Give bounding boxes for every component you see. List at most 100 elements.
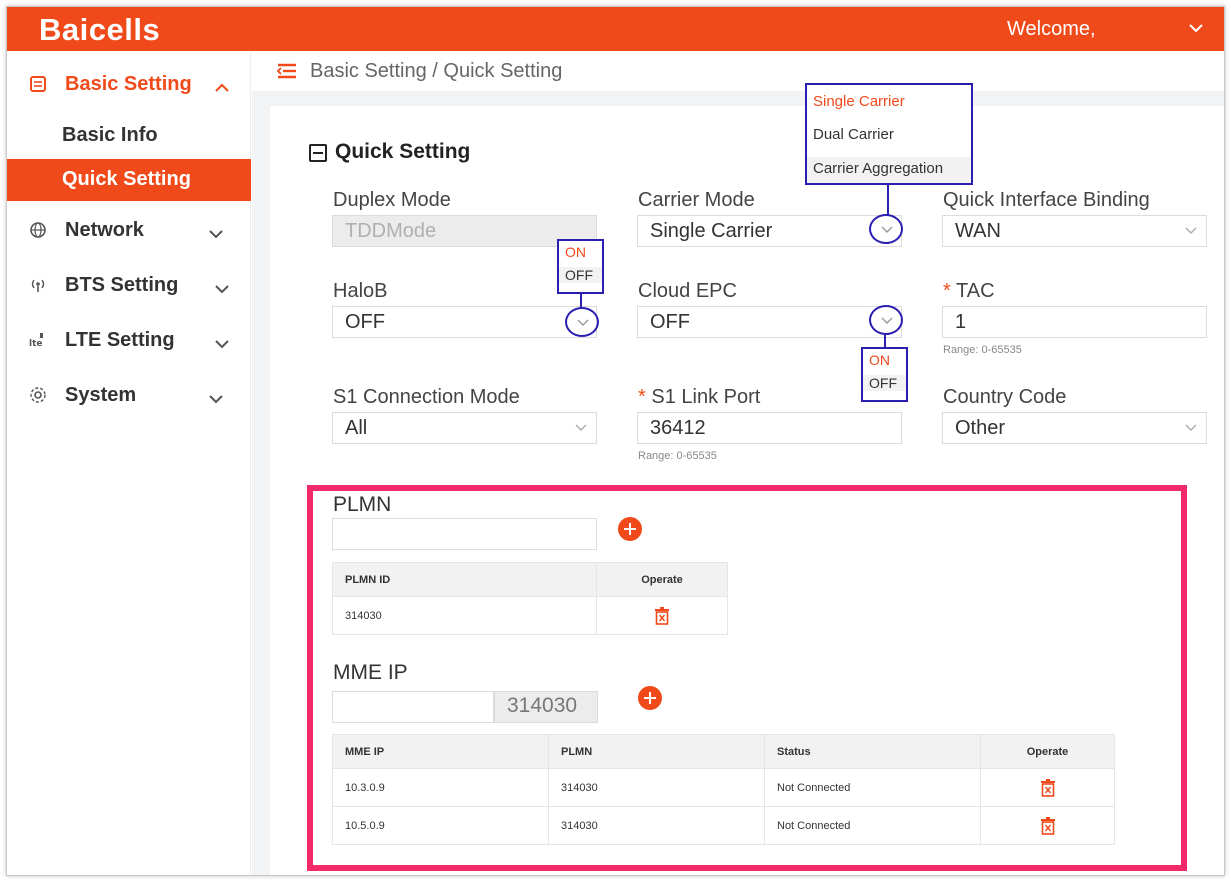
halob-option-on[interactable]: ON — [559, 244, 602, 260]
baicells-logo: Baicells — [39, 12, 161, 47]
s1-link-port-label-text: S1 Link Port — [651, 386, 761, 408]
duplex-mode-value: TDDMode — [345, 220, 437, 242]
duplex-mode-label: Duplex Mode — [333, 189, 451, 211]
table-header-row: PLMN ID Operate — [332, 562, 728, 597]
column-header: PLMN — [548, 734, 765, 769]
cloud-epc-label: Cloud EPC — [638, 280, 737, 302]
carrier-mode-options-callout: Single Carrier Dual Carrier Carrier Aggr… — [805, 83, 973, 185]
carrier-mode-select[interactable]: Single Carrier — [637, 215, 902, 247]
delete-icon[interactable] — [1040, 816, 1056, 835]
cloud-epc-option-on[interactable]: ON — [863, 352, 906, 368]
tac-label-text: TAC — [956, 280, 995, 302]
chevron-down-icon — [881, 317, 893, 324]
plmn-id-cell: 314030 — [332, 596, 597, 635]
tac-value: 1 — [955, 311, 967, 333]
chevron-down-icon — [215, 285, 229, 294]
status-cell: Not Connected — [764, 768, 981, 807]
sidebar-item-label: LTE Setting — [65, 329, 175, 351]
carrier-option-aggregation[interactable]: Carrier Aggregation — [807, 157, 971, 183]
user-menu-chevron-icon[interactable] — [1187, 19, 1205, 37]
sidebar-subitem-basic-info[interactable]: Basic Info — [7, 115, 251, 157]
cloud-epc-select[interactable]: OFF — [637, 306, 902, 338]
halob-value: OFF — [345, 311, 385, 333]
chevron-down-icon — [1185, 424, 1197, 431]
svg-text:lte: lte — [29, 339, 43, 349]
chevron-down-icon — [209, 230, 223, 239]
table-row: 10.5.0.9 314030 Not Connected — [332, 806, 1115, 845]
breadcrumb-bar: Basic Setting / Quick Setting — [252, 51, 1224, 91]
chevron-down-icon — [215, 340, 229, 349]
mme-ip-cell: 10.5.0.9 — [332, 806, 549, 845]
s1-link-port-input[interactable]: 36412 — [637, 412, 902, 444]
cloud-epc-option-off[interactable]: OFF — [863, 375, 906, 391]
callout-connector — [580, 294, 582, 308]
callout-connector — [887, 185, 889, 215]
gear-icon — [30, 387, 46, 403]
chevron-down-icon — [881, 226, 893, 233]
carrier-mode-dropdown-highlight[interactable] — [869, 214, 903, 244]
quick-interface-binding-label: Quick Interface Binding — [943, 189, 1150, 211]
sidebar-subitem-quick-setting[interactable]: Quick Setting — [7, 159, 251, 201]
chevron-down-icon — [575, 424, 587, 431]
mme-ip-label: MME IP — [333, 661, 408, 684]
mme-ip-cell: 10.3.0.9 — [332, 768, 549, 807]
s1-link-port-value: 36412 — [650, 417, 706, 439]
delete-icon[interactable] — [1040, 778, 1056, 797]
country-code-value: Other — [955, 417, 1006, 439]
required-marker: * — [638, 386, 646, 408]
quick-interface-binding-select[interactable]: WAN — [942, 215, 1207, 247]
column-header: PLMN ID — [332, 562, 597, 597]
breadcrumb: Basic Setting / Quick Setting — [310, 60, 563, 82]
operate-cell — [980, 806, 1115, 845]
tac-input[interactable]: 1 — [942, 306, 1207, 338]
plmn-input[interactable] — [332, 518, 597, 550]
menu-collapse-icon[interactable] — [276, 63, 298, 79]
carrier-mode-label: Carrier Mode — [638, 189, 755, 211]
status-cell: Not Connected — [764, 806, 981, 845]
plmn-cell: 314030 — [548, 768, 765, 807]
cloud-epc-dropdown-highlight[interactable] — [869, 305, 903, 335]
halob-options-callout: ON OFF — [557, 239, 604, 294]
s1-connection-mode-label: S1 Connection Mode — [333, 386, 520, 408]
s1-link-port-label: * S1 Link Port — [638, 386, 760, 409]
sidebar-item-label: BTS Setting — [65, 274, 179, 296]
s1-connection-mode-value: All — [345, 417, 368, 439]
plmn-cell: 314030 — [548, 806, 765, 845]
sidebar-item-lte-setting[interactable]: lte LTE Setting — [7, 319, 251, 363]
document-icon — [30, 76, 46, 92]
halob-dropdown-highlight[interactable] — [565, 307, 599, 337]
mme-plmn-select[interactable]: 314030 — [494, 691, 598, 723]
sidebar-item-label: Network — [65, 219, 144, 241]
section-title: Quick Setting — [335, 140, 471, 163]
halob-option-off[interactable]: OFF — [559, 267, 602, 283]
column-header: Operate — [596, 562, 728, 597]
sidebar-item-basic-setting[interactable]: Basic Setting — [7, 63, 251, 107]
carrier-option-dual[interactable]: Dual Carrier — [807, 126, 971, 143]
cloud-epc-options-callout: ON OFF — [861, 347, 908, 402]
country-code-select[interactable]: Other — [942, 412, 1207, 444]
add-plmn-button[interactable] — [618, 517, 642, 541]
plmn-label: PLMN — [333, 493, 392, 516]
carrier-option-single[interactable]: Single Carrier — [807, 93, 971, 110]
table-row: 314030 — [332, 596, 728, 635]
lte-icon: lte — [29, 333, 43, 349]
sidebar-item-network[interactable]: Network — [7, 209, 251, 253]
table-header-row: MME IP PLMN Status Operate — [332, 734, 1115, 769]
chevron-down-icon — [209, 395, 223, 404]
operate-cell — [596, 596, 728, 635]
add-mme-ip-button[interactable] — [638, 686, 662, 710]
column-header: Status — [764, 734, 981, 769]
chevron-up-icon — [215, 83, 229, 92]
delete-icon[interactable] — [654, 606, 670, 625]
sidebar-item-label: Basic Setting — [65, 73, 192, 95]
carrier-mode-value: Single Carrier — [650, 220, 773, 242]
halob-select[interactable]: OFF — [332, 306, 597, 338]
sidebar-item-label: System — [65, 384, 137, 406]
collapse-section-icon[interactable] — [309, 144, 327, 162]
tac-label: * TAC — [943, 280, 995, 303]
s1-connection-mode-select[interactable]: All — [332, 412, 597, 444]
mme-ip-table: MME IP PLMN Status Operate 10.3.0.9 3140… — [332, 734, 1115, 845]
sidebar-item-system[interactable]: System — [7, 374, 251, 418]
mme-ip-input[interactable] — [332, 691, 494, 723]
sidebar-item-bts-setting[interactable]: BTS Setting — [7, 264, 251, 308]
